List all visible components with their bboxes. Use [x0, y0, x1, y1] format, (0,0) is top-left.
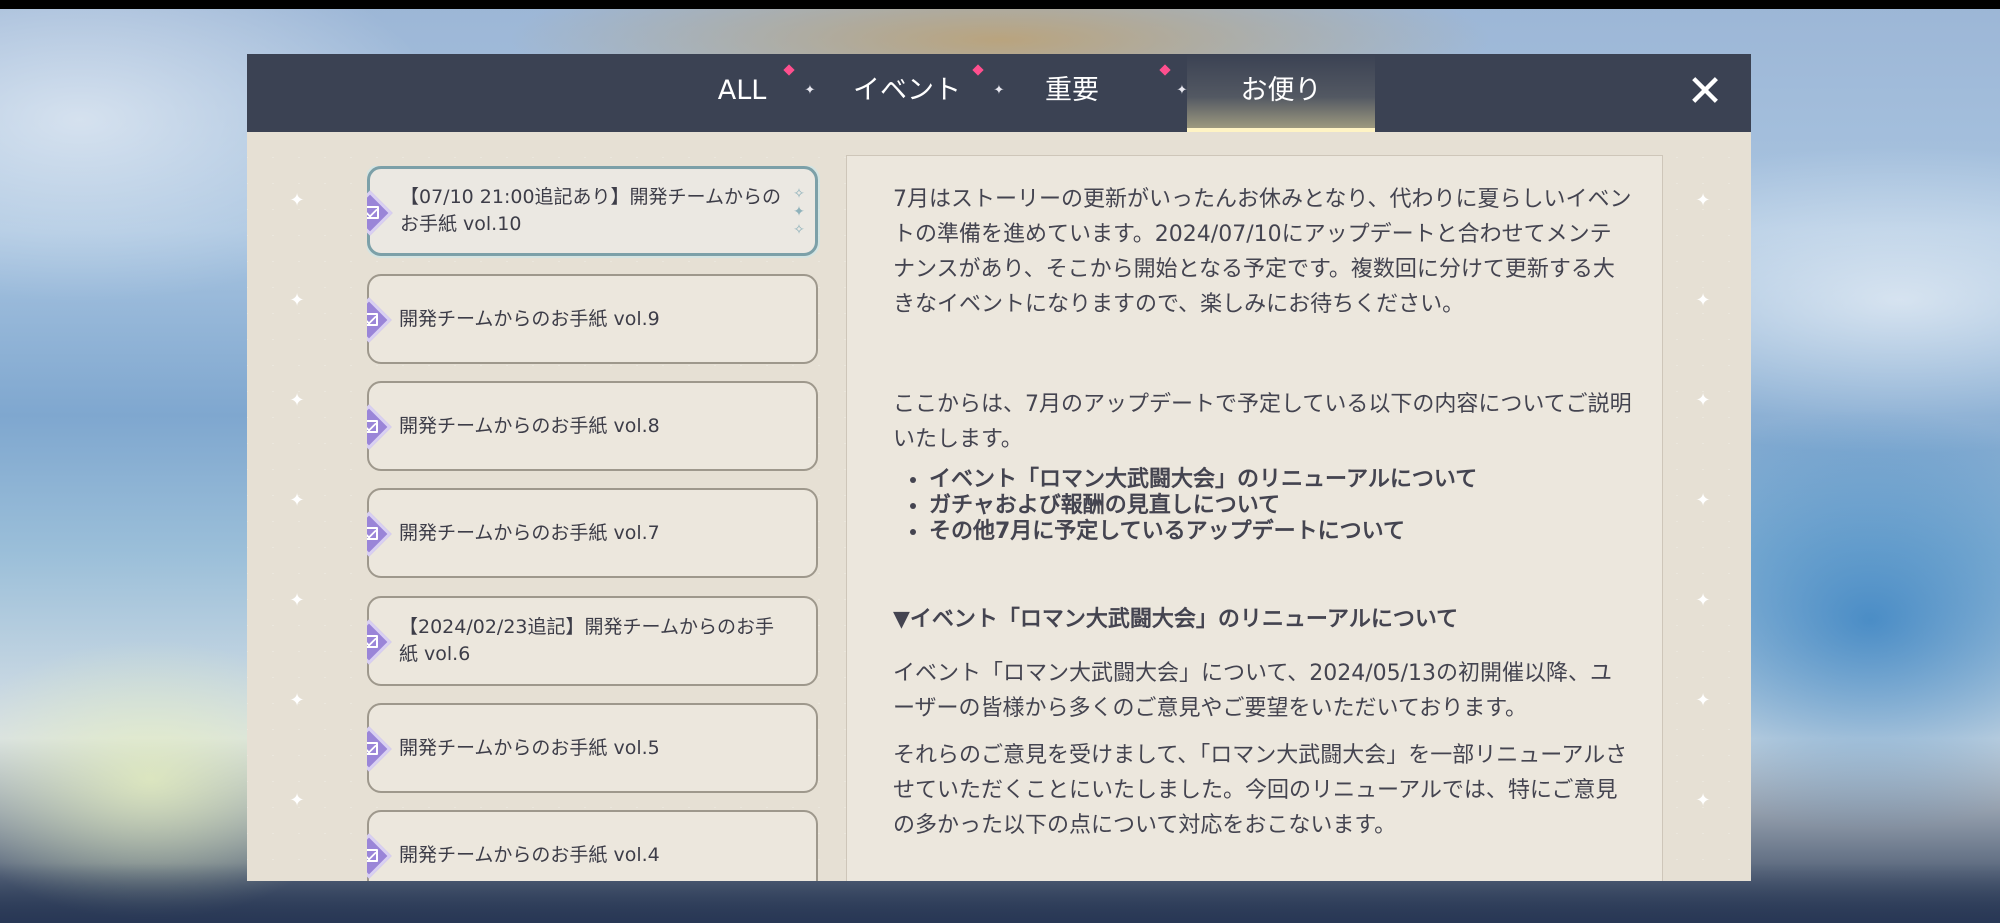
sparkle-icon: ✧ ✦ ✧: [793, 186, 805, 238]
letter-body: 7月はストーリーの更新がいったんお休みとなり、代わりに夏らしいイベントの準備を進…: [893, 182, 1633, 843]
envelope-icon: [367, 833, 392, 879]
letter-item[interactable]: 開発チームからのお手紙 vol.4: [367, 810, 818, 881]
sparkle-icon: ✦: [993, 83, 1005, 98]
sparkle-icon: ✦: [289, 190, 305, 211]
letter-title: 開発チームからのお手紙 vol.5: [399, 736, 660, 759]
envelope-icon: [367, 297, 392, 343]
letter-item[interactable]: 【07/10 21:00追記あり】開発チームからのお手紙 vol.10 ✧ ✦ ✧: [367, 166, 818, 256]
tab-important[interactable]: 重要: [1017, 54, 1127, 132]
letter-title: 【07/10 21:00追記あり】開発チームからのお手紙 vol.10: [400, 186, 781, 235]
sparkle-icon: ✦: [1695, 490, 1711, 511]
tab-bar: ALL ✦ イベント ✦ 重要 ✦ お便り ✕: [247, 54, 1751, 132]
sparkle-icon: ✦: [1695, 590, 1711, 611]
section-heading: ▼イベント「ロマン大武闘大会」のリニューアルについて: [893, 607, 1459, 632]
sparkle-icon: ✦: [1695, 790, 1711, 811]
letter-title: 【2024/02/23追記】開発チームからのお手紙 vol.6: [399, 616, 774, 665]
news-panel: ALL ✦ イベント ✦ 重要 ✦ お便り ✕ ✦ ✦ ✦ ✦ ✦ ✦ ✦ ✦ …: [247, 54, 1751, 881]
letter-item[interactable]: 開発チームからのお手紙 vol.7: [367, 488, 818, 578]
letter-title: 開発チームからのお手紙 vol.8: [399, 414, 660, 437]
letter-title: 開発チームからのお手紙 vol.4: [399, 843, 660, 866]
topic-list: イベント「ロマン大武闘大会」のリニューアルについて ガチャおよび報酬の見直しにつ…: [893, 467, 1633, 545]
body-paragraph: それらのご意見を受けまして、「ロマン大武闘大会」を一部リニューアルさせていただく…: [893, 743, 1628, 838]
sparkle-icon: ✦: [289, 790, 305, 811]
intro-paragraph: 7月はストーリーの更新がいったんお休みとなり、代わりに夏らしいイベントの準備を進…: [893, 187, 1632, 317]
letter-list[interactable]: 【07/10 21:00追記あり】開発チームからのお手紙 vol.10 ✧ ✦ ✧ …: [367, 166, 837, 881]
envelope-icon: [367, 726, 392, 772]
letter-item[interactable]: 開発チームからのお手紙 vol.5: [367, 703, 818, 793]
left-decoration: ✦ ✦ ✦ ✦ ✦ ✦ ✦: [277, 132, 317, 881]
topic-item: イベント「ロマン大武闘大会」のリニューアルについて: [929, 467, 1633, 493]
new-badge-icon: [1159, 64, 1171, 76]
letter-item[interactable]: 【2024/02/23追記】開発チームからのお手紙 vol.6: [367, 596, 818, 686]
top-edge: [0, 0, 2000, 9]
letter-title: 開発チームからのお手紙 vol.7: [399, 521, 660, 544]
envelope-icon: [367, 190, 393, 236]
letter-title: 開発チームからのお手紙 vol.9: [399, 307, 660, 330]
tab-letter[interactable]: お便り: [1187, 54, 1375, 132]
panel-body: ✦ ✦ ✦ ✦ ✦ ✦ ✦ ✦ ✦ ✦ ✦ ✦ ✦ ✦ 【07/10 21:00…: [247, 132, 1751, 881]
sparkle-icon: ✦: [1695, 190, 1711, 211]
sparkle-icon: ✦: [289, 290, 305, 311]
sparkle-icon: ✦: [289, 690, 305, 711]
tab-event[interactable]: イベント: [827, 54, 987, 132]
right-decoration: ✦ ✦ ✦ ✦ ✦ ✦ ✦: [1683, 132, 1723, 881]
lead-paragraph: ここからは、7月のアップデートで予定している以下の内容についてご説明いたします。: [893, 392, 1632, 452]
letter-item[interactable]: 開発チームからのお手紙 vol.9: [367, 274, 818, 364]
letter-item[interactable]: 開発チームからのお手紙 vol.8: [367, 381, 818, 471]
sparkle-icon: ✦: [289, 590, 305, 611]
sparkle-icon: ✦: [1695, 690, 1711, 711]
topic-item: その他7月に予定しているアップデートについて: [929, 519, 1633, 545]
topic-item: ガチャおよび報酬の見直しについて: [929, 493, 1633, 519]
sparkle-icon: ✦: [289, 490, 305, 511]
close-icon[interactable]: ✕: [1681, 68, 1729, 116]
tab-all[interactable]: ALL: [667, 54, 817, 132]
body-paragraph: イベント「ロマン大武闘大会」について、2024/05/13の初開催以降、ユーザー…: [893, 661, 1613, 721]
sparkle-icon: ✦: [289, 390, 305, 411]
sparkle-icon: ✦: [1695, 290, 1711, 311]
letter-content[interactable]: 7月はストーリーの更新がいったんお休みとなり、代わりに夏らしいイベントの準備を進…: [847, 156, 1662, 881]
sparkle-icon: ✦: [1695, 390, 1711, 411]
envelope-icon: [367, 404, 392, 450]
envelope-icon: [367, 619, 392, 665]
envelope-icon: [367, 511, 392, 557]
sparkle-icon: ✦: [804, 83, 816, 98]
